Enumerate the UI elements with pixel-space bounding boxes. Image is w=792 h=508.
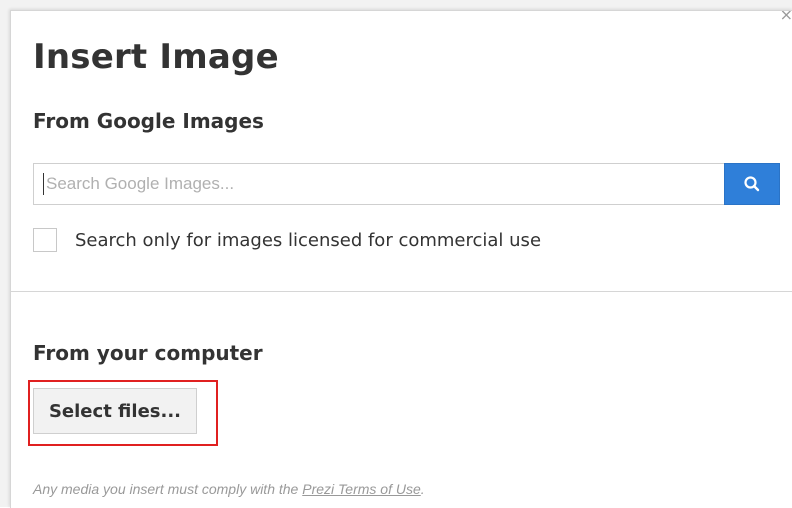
commercial-use-option: Search only for images licensed for comm… xyxy=(33,228,541,252)
search-icon xyxy=(744,176,760,192)
disclaimer-prefix: Any media you insert must comply with th… xyxy=(33,481,303,497)
select-files-button[interactable]: Select files... xyxy=(33,388,197,434)
search-input[interactable] xyxy=(33,163,724,205)
computer-heading: From your computer xyxy=(33,341,263,365)
insert-image-dialog: × Insert Image From Google Images Search… xyxy=(10,10,792,508)
commercial-use-label[interactable]: Search only for images licensed for comm… xyxy=(75,230,541,251)
commercial-use-checkbox[interactable] xyxy=(33,228,57,252)
disclaimer-suffix: . xyxy=(420,481,425,497)
close-icon[interactable]: × xyxy=(780,11,792,23)
dialog-title: Insert Image xyxy=(33,37,279,77)
section-divider xyxy=(11,291,792,292)
google-images-heading: From Google Images xyxy=(33,109,264,133)
terms-disclaimer: Any media you insert must comply with th… xyxy=(33,481,425,497)
search-row xyxy=(33,163,780,205)
terms-link[interactable]: Prezi Terms of Use xyxy=(302,481,421,497)
text-caret xyxy=(43,173,44,195)
search-button[interactable] xyxy=(724,163,780,205)
